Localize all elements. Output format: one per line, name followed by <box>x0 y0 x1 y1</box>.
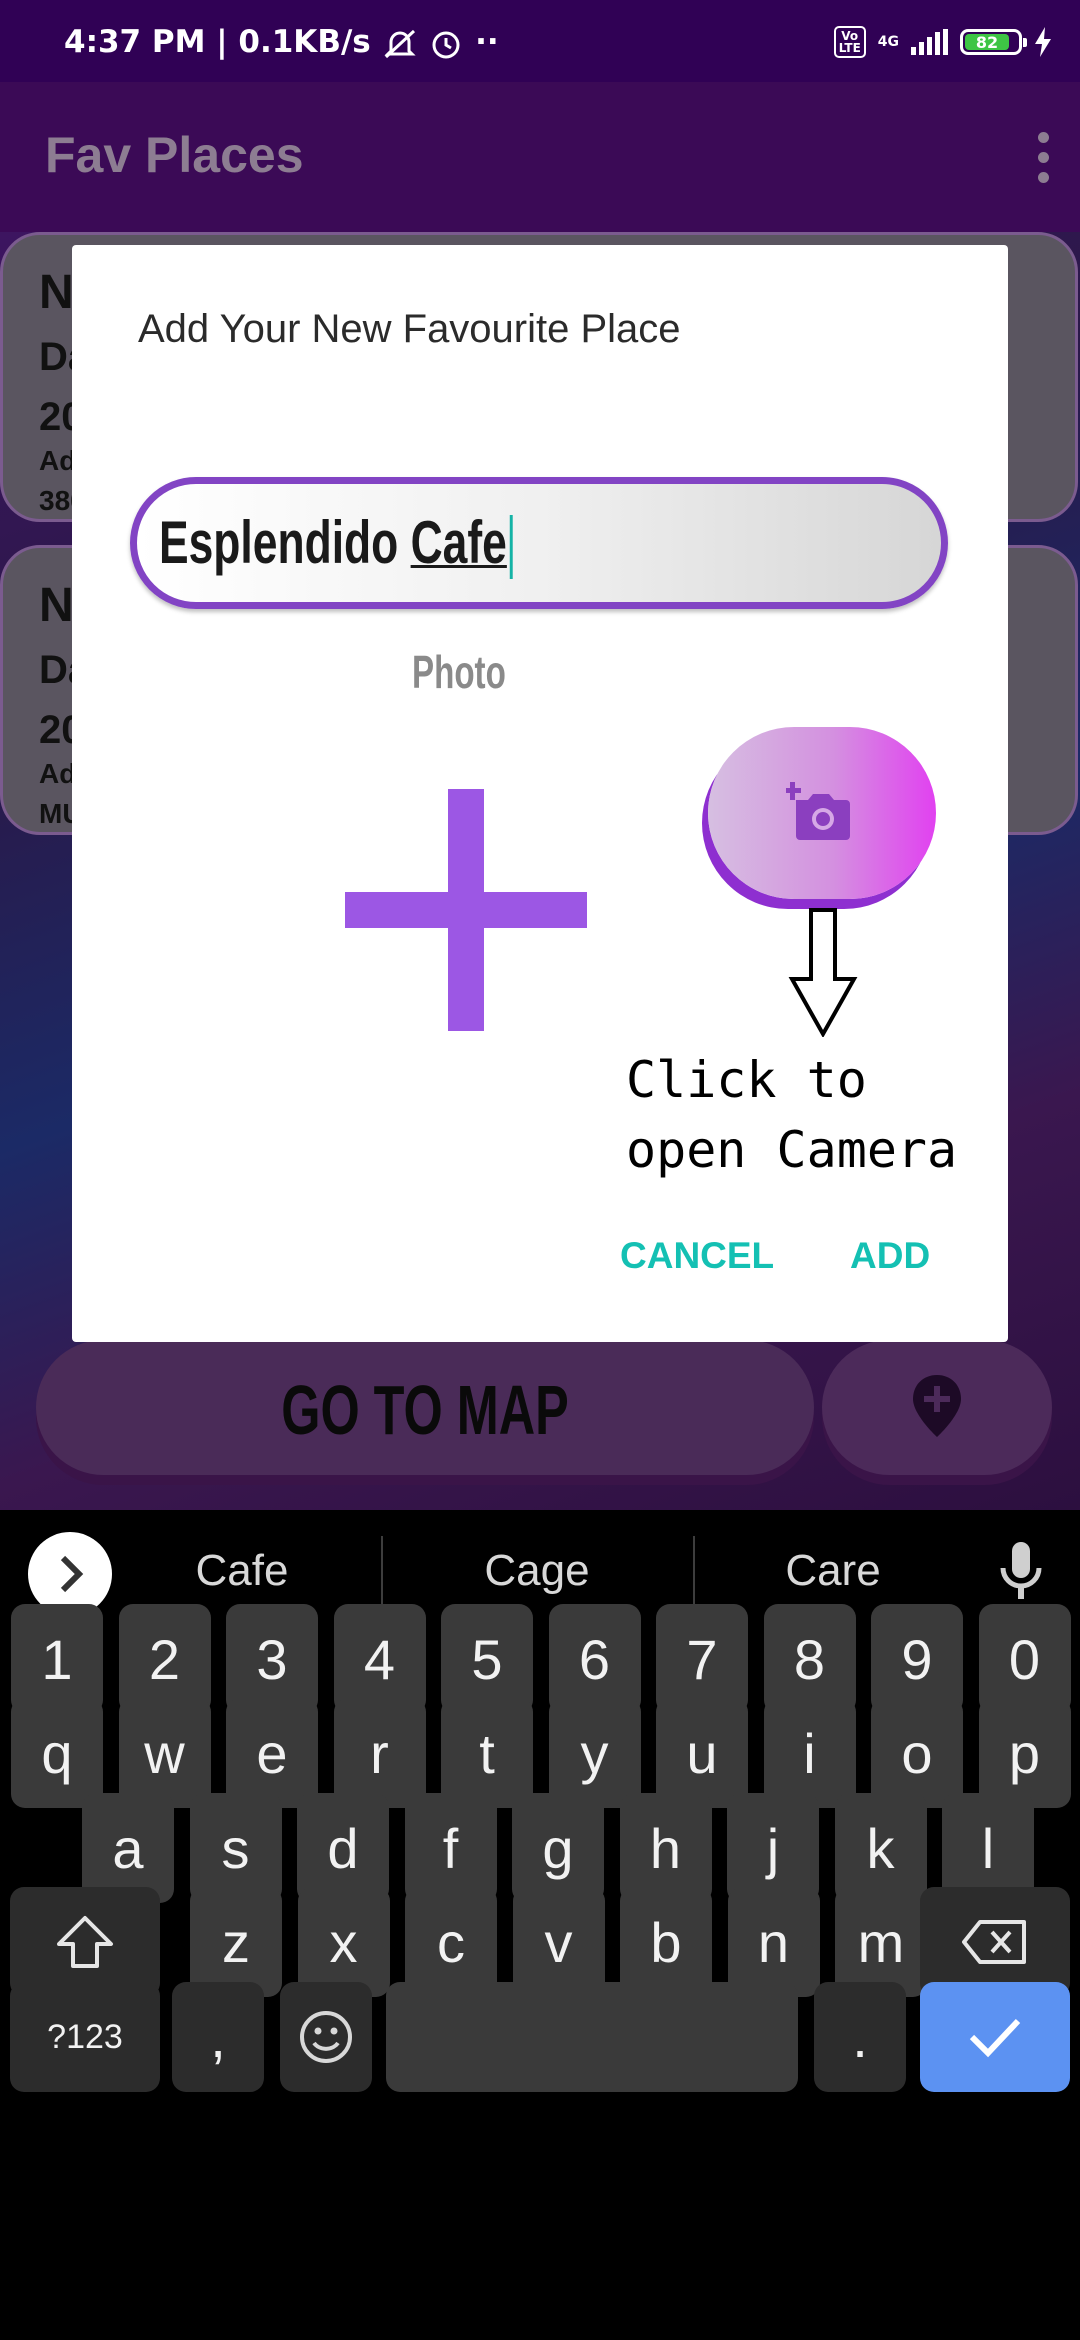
go-to-map-button[interactable]: GO TO MAP <box>36 1340 814 1475</box>
add-place-dialog: Add Your New Favourite Place Esplendido … <box>72 245 1008 1342</box>
text-cursor <box>509 515 513 580</box>
emoji-icon <box>300 2011 352 2063</box>
volte-icon: Vo LTE <box>833 26 866 58</box>
add-location-icon <box>913 1375 961 1437</box>
app-bar: Fav Places <box>0 82 1080 232</box>
key-t[interactable]: t <box>441 1698 533 1808</box>
app-title: Fav Places <box>45 127 304 183</box>
status-time: 4:37 PM | 0.1KB/s ·· <box>64 24 499 60</box>
key-v[interactable]: v <box>512 1887 605 1997</box>
key-b[interactable]: b <box>620 1887 712 1997</box>
comma-key[interactable]: , <box>172 1982 264 2092</box>
backspace-icon <box>962 1920 1026 1964</box>
more-notifications-icon: ·· <box>475 24 499 60</box>
camera-hint-annotation: Click to open Camera <box>626 1051 958 1179</box>
suggestion-1[interactable]: Cafe <box>142 1546 342 1596</box>
period-key[interactable]: . <box>814 1982 906 2092</box>
alarm-icon <box>432 31 460 58</box>
add-location-button[interactable] <box>822 1340 1052 1475</box>
key-o[interactable]: o <box>871 1698 963 1808</box>
charging-icon <box>1035 27 1051 57</box>
symbols-key[interactable]: ?123 <box>10 1982 160 2092</box>
key-r[interactable]: r <box>333 1698 426 1808</box>
key-m[interactable]: m <box>835 1887 927 1997</box>
key-i[interactable]: i <box>763 1698 856 1808</box>
mute-bell-icon <box>383 29 416 58</box>
suggestion-3[interactable]: Care <box>733 1546 933 1596</box>
overflow-menu-icon[interactable] <box>1036 132 1050 192</box>
network-type: 4G <box>877 34 899 50</box>
key-x[interactable]: x <box>297 1887 390 1997</box>
shift-icon <box>57 1916 113 1968</box>
chevron-right-icon <box>60 1555 84 1593</box>
place-name-value: Esplendido Cafe <box>159 508 513 580</box>
shift-key[interactable] <box>10 1887 160 1997</box>
battery-icon: 82 <box>960 29 1027 55</box>
open-camera-button[interactable] <box>708 727 936 899</box>
key-e[interactable]: e <box>226 1698 318 1808</box>
add-button[interactable]: ADD <box>850 1235 930 1277</box>
down-arrow-annotation <box>788 908 858 1037</box>
soft-keyboard: Cafe Cage Care 1234567890qwertyuiopasdfg… <box>0 1510 1080 2340</box>
place-name-input[interactable]: Esplendido Cafe <box>130 477 948 609</box>
key-p[interactable]: p <box>978 1698 1071 1808</box>
battery-level: 82 <box>965 34 1009 52</box>
emoji-key[interactable] <box>280 1982 372 2092</box>
signal-icon <box>911 29 948 55</box>
add-a-photo-icon <box>786 782 850 840</box>
suggestion-2[interactable]: Cage <box>437 1546 637 1596</box>
key-w[interactable]: w <box>118 1698 211 1808</box>
key-q[interactable]: q <box>11 1698 103 1808</box>
key-y[interactable]: y <box>548 1698 641 1808</box>
key-z[interactable]: z <box>190 1887 282 1997</box>
enter-key[interactable] <box>920 1982 1070 2092</box>
photo-placeholder-plus-icon[interactable] <box>345 789 587 1031</box>
key-n[interactable]: n <box>727 1887 820 1997</box>
microphone-icon[interactable] <box>998 1540 1044 1604</box>
photo-label: Photo <box>412 646 506 698</box>
dialog-title: Add Your New Favourite Place <box>138 307 681 351</box>
space-key[interactable] <box>386 1982 798 2092</box>
backspace-key[interactable] <box>920 1887 1070 1997</box>
status-bar: 4:37 PM | 0.1KB/s ·· Vo LTE 4G 82 <box>0 0 1080 82</box>
key-u[interactable]: u <box>656 1698 748 1808</box>
checkmark-icon <box>969 2018 1021 2058</box>
key-c[interactable]: c <box>405 1887 497 1997</box>
cancel-button[interactable]: CANCEL <box>620 1235 774 1277</box>
